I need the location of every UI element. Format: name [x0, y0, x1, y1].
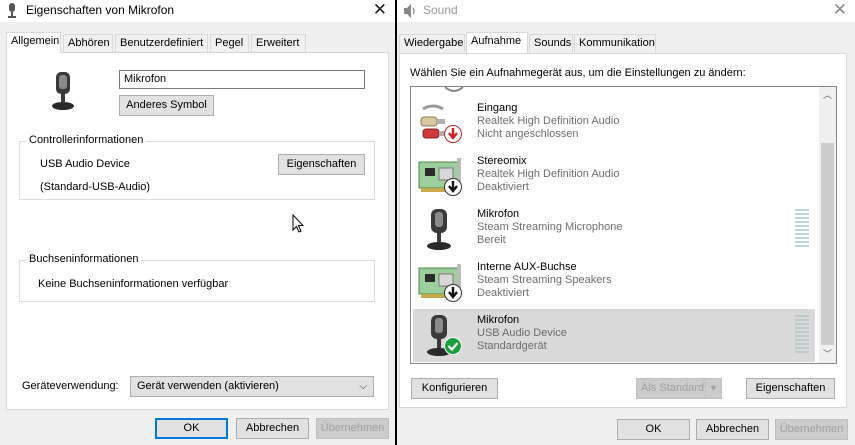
device-description: USB Audio Device	[477, 327, 567, 339]
default-check-badge-icon	[444, 337, 462, 355]
list-scrollbar[interactable]: ︿ ﹀	[819, 87, 836, 363]
device-name: Mikrofon	[477, 314, 520, 326]
device-name: Stereomix	[477, 155, 527, 167]
scroll-down-icon[interactable]: ﹀	[819, 346, 836, 363]
controller-properties-button[interactable]: Eigenschaften	[278, 154, 365, 175]
device-description: Steam Streaming Speakers	[477, 274, 612, 286]
device-row[interactable]: Interne AUX-Buchse Steam Streaming Speake…	[413, 256, 815, 309]
device-row[interactable]: Stereomix Realtek High Definition Audio De…	[413, 150, 815, 203]
device-usage-value: Gerät verwenden (aktivieren)	[137, 380, 279, 392]
controller-driver-text: (Standard-USB-Audio)	[40, 181, 151, 193]
device-row[interactable]: Mikrofon USB Audio Device Standardgerät	[413, 309, 815, 362]
configure-button[interactable]: Konfigurieren	[411, 378, 498, 399]
instruction-text: Wählen Sie ein Aufnahmegerät aus, um die…	[410, 67, 746, 79]
disabled-badge-icon	[444, 284, 462, 302]
device-usage-label: Geräteverwendung:	[22, 380, 119, 392]
close-icon[interactable]: ✕	[833, 1, 847, 19]
tab-general[interactable]: Allgemein	[6, 32, 61, 53]
tab-advanced[interactable]: Erweitert	[251, 34, 306, 52]
device-description: Steam Streaming Microphone	[477, 221, 623, 233]
device-usage-select[interactable]: Gerät verwenden (aktivieren) ⌵	[130, 376, 374, 397]
title-bar[interactable]: Sound ✕	[397, 0, 855, 22]
device-name: Mikrofon	[477, 208, 520, 220]
device-status: Nicht angeschlossen	[477, 128, 579, 140]
window-title: Eigenschaften von Mikrofon	[26, 3, 175, 17]
microphone-icon	[8, 3, 16, 18]
mouse-cursor-icon	[292, 214, 304, 233]
chevron-down-icon: ▼	[709, 383, 718, 393]
device-status: Deaktiviert	[477, 181, 529, 193]
device-status: Bereit	[477, 234, 506, 246]
scroll-thumb[interactable]	[821, 143, 834, 345]
device-row[interactable]: Mikrofon Steam Streaming Microphone Bereit	[413, 203, 815, 256]
set-default-button[interactable]: Als Standard	[636, 378, 706, 399]
microphone-icon	[417, 209, 465, 251]
recording-device-list[interactable]: Eingang Realtek High Definition Audio Nich…	[410, 86, 837, 364]
scroll-up-icon[interactable]: ︿	[819, 87, 836, 104]
ok-button[interactable]: OK	[617, 419, 690, 440]
disabled-badge-icon	[444, 178, 462, 196]
title-bar[interactable]: Eigenschaften von Mikrofon ✕	[0, 0, 395, 22]
device-name: Interne AUX-Buchse	[477, 261, 577, 273]
partial-device-icon	[444, 87, 464, 92]
close-icon[interactable]: ✕	[373, 1, 387, 19]
level-meter	[795, 315, 809, 353]
tab-communication[interactable]: Kommunikation	[574, 34, 656, 52]
change-icon-button[interactable]: Anderes Symbol	[119, 95, 214, 116]
device-status: Deaktiviert	[477, 287, 529, 299]
apply-button[interactable]: Übernehmen	[316, 418, 389, 439]
set-default-dropdown[interactable]: ▼	[705, 378, 722, 399]
device-status: Standardgerät	[477, 340, 547, 352]
properties-button[interactable]: Eigenschaften	[746, 378, 835, 399]
device-name: Eingang	[477, 102, 518, 114]
device-description: Realtek High Definition Audio	[477, 115, 620, 127]
tab-custom[interactable]: Benutzerdefiniert	[115, 34, 208, 52]
window-title: Sound	[423, 3, 458, 17]
ok-button[interactable]: OK	[155, 418, 228, 439]
jack-info-text: Keine Buchseninformationen verfügbar	[38, 278, 229, 290]
tab-monitoring[interactable]: Abhören	[63, 34, 113, 52]
speaker-icon	[404, 4, 415, 18]
controller-info-heading: Controllerinformationen	[26, 134, 147, 146]
device-row[interactable]: Eingang Realtek High Definition Audio Nich…	[413, 97, 815, 150]
disconnected-badge-icon	[444, 125, 462, 143]
sound-window: Sound ✕ Wiedergabe Aufnahme Sounds Kommu…	[397, 0, 855, 445]
microphone-properties-window: Eigenschaften von Mikrofon ✕ Allgemein A…	[0, 0, 395, 445]
level-meter	[795, 209, 809, 247]
controller-device-text: USB Audio Device	[40, 158, 130, 170]
cancel-button[interactable]: Abbrechen	[696, 419, 769, 440]
device-name-field[interactable]: Mikrofon	[119, 70, 365, 89]
tab-sounds[interactable]: Sounds	[529, 34, 573, 52]
microphone-icon	[52, 72, 74, 110]
device-description: Realtek High Definition Audio	[477, 168, 620, 180]
chevron-down-icon: ⌵	[359, 381, 367, 392]
tab-recording[interactable]: Aufnahme	[466, 32, 528, 53]
apply-button[interactable]: Übernehmen	[775, 419, 848, 440]
tab-levels[interactable]: Pegel	[210, 34, 249, 52]
jack-info-heading: Buchseninformationen	[26, 253, 142, 265]
tab-playback[interactable]: Wiedergabe	[399, 34, 465, 52]
cancel-button[interactable]: Abbrechen	[236, 418, 309, 439]
